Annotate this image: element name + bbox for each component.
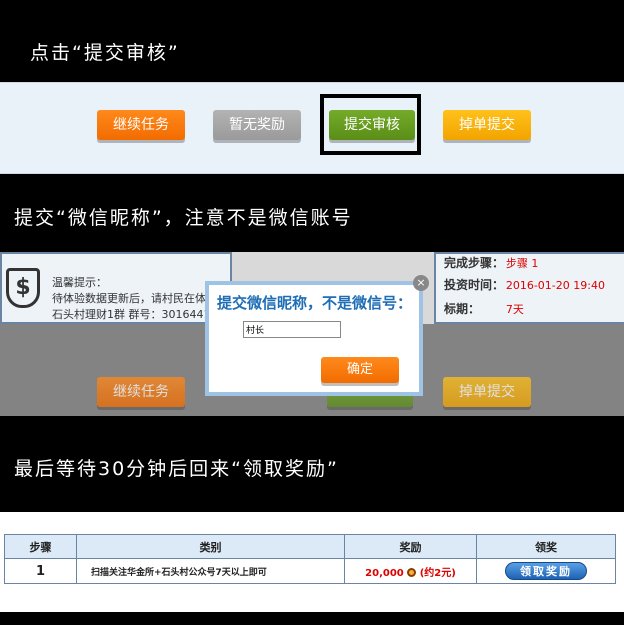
- dialog-title: 提交微信昵称，不是微信号：: [217, 294, 413, 312]
- highlight-box: [320, 94, 421, 155]
- step2-caption: 提交“微信昵称”，注意不是微信账号: [14, 207, 353, 229]
- drop-order-button-dimmed: 掉单提交: [443, 377, 531, 407]
- period-value: 7天: [505, 303, 524, 316]
- reward-note: (约2元): [419, 567, 456, 579]
- period-row: 标期： 7天: [444, 300, 524, 317]
- confirm-button[interactable]: 确定: [321, 357, 399, 383]
- nickname-input[interactable]: [243, 321, 341, 338]
- coin-icon: [407, 568, 417, 577]
- status-row: 完成步骤： 步骤 1: [444, 254, 538, 271]
- wechat-nickname-dialog: × 提交微信昵称，不是微信号： 确定: [205, 275, 429, 396]
- status-value: 步骤 1: [505, 257, 539, 270]
- invest-time-row: 投资时间： 2016-01-20 19:40: [444, 276, 605, 293]
- reward-amount: 20,000: [365, 567, 404, 579]
- step3-caption: 最后等待30分钟后回来“领取奖励”: [14, 458, 339, 480]
- tip-line: 待体验数据更新后，请村民在体验后: [52, 292, 228, 305]
- status-label: 完成步骤：: [444, 256, 505, 270]
- reward-table: 步骤 类别 奖励 领奖 1 扫描关注华金所+石头村公众号7天以上即可 20,00…: [4, 534, 616, 584]
- tip-group: 石头村理财1群 群号：301644107: [52, 308, 225, 321]
- header-category: 类别: [76, 534, 345, 559]
- info-box: 完成步骤： 步骤 1 投资时间： 2016-01-20 19:40 标期： 7天: [434, 252, 624, 324]
- tip-box: $ 温馨提示： 待体验数据更新后，请村民在体验后 石头村理财1群 群号：3016…: [0, 252, 232, 324]
- invest-time-label: 投资时间：: [444, 278, 505, 292]
- period-label: 标期：: [444, 302, 481, 316]
- drop-order-submit-button[interactable]: 掉单提交: [443, 110, 531, 140]
- invest-time-value: 2016-01-20 19:40: [505, 279, 605, 292]
- shield-dollar-icon: $: [6, 268, 40, 308]
- step-cell: 1: [4, 558, 77, 584]
- header-claim: 领奖: [476, 534, 616, 559]
- action-panel: 继续任务 暂无奖励 提交审核 掉单提交: [0, 82, 624, 174]
- reward-panel: 步骤 类别 奖励 领奖 1 扫描关注华金所+石头村公众号7天以上即可 20,00…: [0, 512, 624, 612]
- table-row: 1 扫描关注华金所+石头村公众号7天以上即可 20,000 (约2元) 领取奖励: [4, 558, 616, 584]
- claim-reward-button[interactable]: 领取奖励: [505, 562, 587, 580]
- header-step: 步骤: [4, 534, 77, 559]
- header-reward: 奖励: [344, 534, 477, 559]
- step1-caption: 点击“提交审核”: [30, 42, 180, 64]
- category-cell: 扫描关注华金所+石头村公众号7天以上即可: [76, 558, 345, 584]
- dialog-panel: $ 温馨提示： 待体验数据更新后，请村民在体验后 石头村理财1群 群号：3016…: [0, 252, 624, 416]
- continue-task-button-dimmed: 继续任务: [97, 377, 185, 407]
- table-header-row: 步骤 类别 奖励 领奖: [4, 534, 616, 559]
- close-icon[interactable]: ×: [413, 275, 429, 291]
- tip-title: 温馨提示：: [52, 276, 107, 289]
- claim-cell: 领取奖励: [476, 558, 616, 584]
- reward-cell: 20,000 (约2元): [344, 558, 477, 584]
- continue-task-button[interactable]: 继续任务: [97, 110, 185, 140]
- no-reward-button[interactable]: 暂无奖励: [213, 110, 301, 140]
